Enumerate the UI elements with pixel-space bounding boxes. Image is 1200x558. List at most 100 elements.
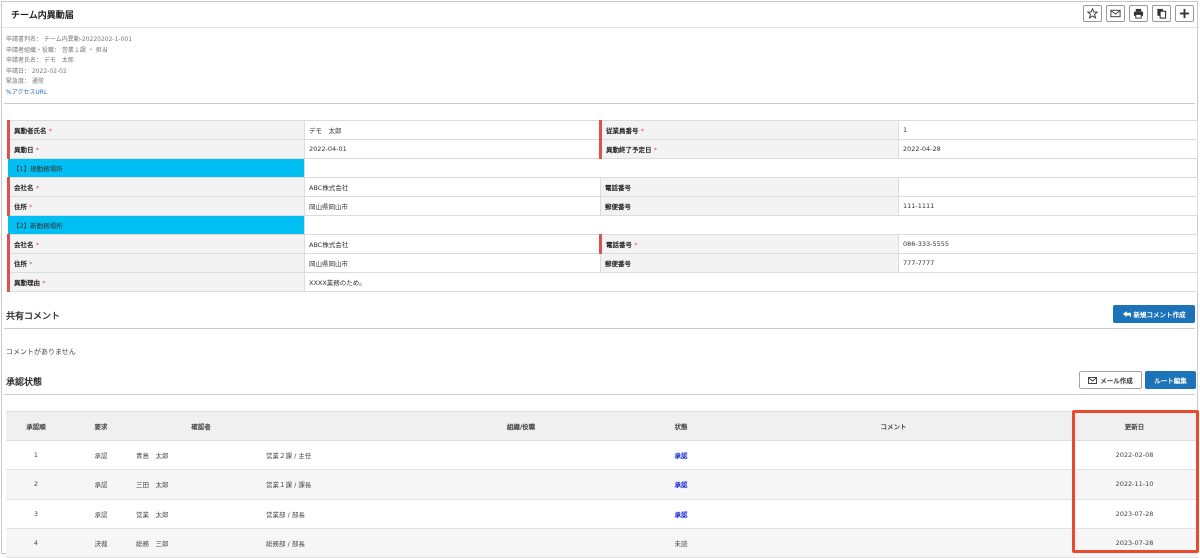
comment-cell: [716, 469, 1071, 500]
org-cell: 総務部 / 部長: [266, 528, 646, 558]
approval-status-title: 承認状態: [6, 378, 43, 388]
access-url-link[interactable]: %アクセスURL: [6, 88, 132, 99]
meta-applicant-name: 申請者氏名： デモ 太郎: [6, 57, 74, 64]
cur-phone-label: 電話番号: [600, 177, 899, 197]
order-cell: 4: [6, 528, 66, 558]
cur-postal-label: 郵便番号: [600, 196, 899, 216]
table-row: 2 承認 三田 太郎 営業１課 / 課長 承認 2022-11-10: [6, 469, 1198, 500]
new-address-value: 岡山県岡山市: [304, 253, 601, 273]
new-company-value: ABC株式会社: [304, 234, 601, 254]
updated-cell: 2023-07-28: [1071, 528, 1198, 558]
col-approver-spacer: [266, 411, 396, 441]
approval-divider: [4, 394, 1195, 395]
application-form: 異動者氏名 * デモ 太郎 従業員番号 * 1 異動日 * 2022-04-01…: [7, 120, 1198, 292]
approval-header-row: 承認順 要求 確認者 組織/役職 状態 コメント 更新日: [6, 411, 1198, 441]
application-meta: 申請書列名： チーム内異動-20220202-1-001 申請者組織・役職： 営…: [6, 35, 132, 98]
favorite-button[interactable]: [1083, 5, 1102, 22]
org-cell: 営業１課 / 課長: [266, 469, 646, 500]
form-row: 住所 * 岡山県岡山市 郵便番号 111-1111: [7, 196, 1198, 216]
col-comment: コメント: [716, 411, 1071, 441]
col-updated: 更新日: [1071, 411, 1198, 441]
cur-postal-value: 111-1111: [898, 196, 1198, 216]
cur-address-label: 住所 *: [7, 196, 305, 216]
copy-button[interactable]: [1152, 5, 1171, 22]
access-url-label: アクセスURL: [11, 88, 48, 96]
meta-application-date: 申請日： 2022-02-02: [6, 67, 67, 75]
applicant-label: 異動者氏名 *: [7, 120, 305, 140]
meta-divider: [4, 103, 1195, 104]
form-row: 住所 * 岡山県岡山市 郵便番号 777-7777: [7, 253, 1198, 273]
table-row: 4 決裁 総務 三郎 総務部 / 部長 未読 2023-07-28: [6, 528, 1198, 558]
comment-cell: [716, 440, 1071, 471]
col-org: 組織/役職: [396, 411, 646, 441]
compose-mail-button[interactable]: メール作成: [1079, 371, 1142, 389]
copy-icon: [1157, 8, 1167, 19]
plus-icon: [1179, 8, 1190, 19]
approval-table: 承認順 要求 確認者 組織/役職 状態 コメント 更新日 1 承認 青島 太郎 …: [6, 411, 1198, 558]
print-button[interactable]: [1129, 5, 1148, 22]
section-spacer: [304, 158, 1198, 178]
status-cell[interactable]: 承認: [646, 499, 716, 529]
approver-cell: 三田 太郎: [136, 469, 266, 500]
edit-route-button[interactable]: ルート編集: [1145, 371, 1196, 389]
required-mark: *: [35, 184, 40, 192]
new-comment-button[interactable]: 新規コメント作成: [1113, 305, 1195, 323]
required-mark: *: [29, 203, 33, 211]
shared-comments-title: 共有コメント: [6, 312, 61, 322]
reason-label: 異動理由 *: [7, 272, 305, 292]
required-mark: *: [640, 127, 645, 135]
col-request: 要求: [66, 411, 136, 441]
required-mark: *: [653, 146, 658, 154]
request-cell: 承認: [66, 469, 136, 500]
required-mark: *: [35, 241, 40, 249]
new-address-label: 住所 *: [7, 253, 305, 273]
table-row: 3 承認 営業 太郎 営業部 / 部長 承認 2023-07-28: [6, 499, 1198, 529]
mail-icon: [1110, 9, 1121, 18]
org-cell: 営業部 / 部長: [266, 499, 646, 529]
comments-divider: [4, 328, 1195, 329]
toolbar: [1083, 5, 1194, 22]
meta-applicant-org: 申請者組織・役職： 営業１課 ・ 担当: [6, 46, 108, 54]
new-company-label: 会社名 *: [7, 234, 305, 254]
cur-phone-value: [898, 177, 1198, 197]
cur-address-value: 岡山県岡山市: [304, 196, 601, 216]
new-phone-label: 電話番号 *: [599, 234, 899, 254]
form-row: 会社名 * ABC株式会社 電話番号 * 086-333-5555: [7, 234, 1198, 254]
required-mark: *: [634, 241, 638, 249]
order-cell: 2: [6, 469, 66, 500]
form-row: 異動理由 * XXXX業務のため。: [7, 272, 1198, 292]
table-row: 1 承認 青島 太郎 営業２課 / 主任 承認 2022-02-08: [6, 440, 1198, 471]
required-mark: *: [29, 260, 33, 268]
add-button[interactable]: [1175, 5, 1194, 22]
form-row: 異動日 * 2022-04-01 異動終了予定日 * 2022-04-28: [7, 139, 1198, 159]
end-date-label: 異動終了予定日 *: [599, 139, 899, 159]
required-mark: *: [42, 279, 46, 287]
required-mark: *: [48, 127, 53, 135]
edit-route-label: ルート編集: [1154, 377, 1187, 385]
app-window: チーム内異動届 申請書列名： チーム内異動-20220202-1-001 申請者…: [1, 1, 1199, 558]
new-postal-value: 777-7777: [898, 253, 1198, 273]
star-icon: [1087, 8, 1098, 19]
compose-mail-label: メール作成: [1100, 377, 1133, 385]
meta-urgency: 緊急度： 通常: [6, 78, 44, 85]
org-cell: 営業２課 / 主任: [266, 440, 646, 471]
order-cell: 1: [6, 440, 66, 471]
col-status: 状態: [646, 411, 716, 441]
mail-button[interactable]: [1106, 5, 1125, 22]
status-cell[interactable]: 承認: [646, 469, 716, 500]
move-date-label: 異動日 *: [7, 139, 305, 159]
updated-cell: 2022-02-08: [1071, 440, 1198, 471]
header-divider: [2, 27, 1197, 28]
status-cell[interactable]: 承認: [646, 440, 716, 471]
end-date-value: 2022-04-28: [898, 139, 1198, 159]
employee-no-label: 従業員番号 *: [599, 120, 899, 140]
form-section-row: 【2】新勤務場所: [8, 215, 1198, 235]
applicant-value: デモ 太郎: [304, 120, 601, 140]
order-cell: 3: [6, 499, 66, 529]
new-postal-label: 郵便番号: [600, 253, 899, 273]
updated-cell: 2022-11-10: [1071, 469, 1198, 500]
cur-company-label: 会社名 *: [7, 177, 305, 197]
form-section-row: 【1】現勤務場所: [8, 158, 1198, 178]
col-approver: 確認者: [136, 411, 266, 441]
col-order: 承認順: [6, 411, 66, 441]
